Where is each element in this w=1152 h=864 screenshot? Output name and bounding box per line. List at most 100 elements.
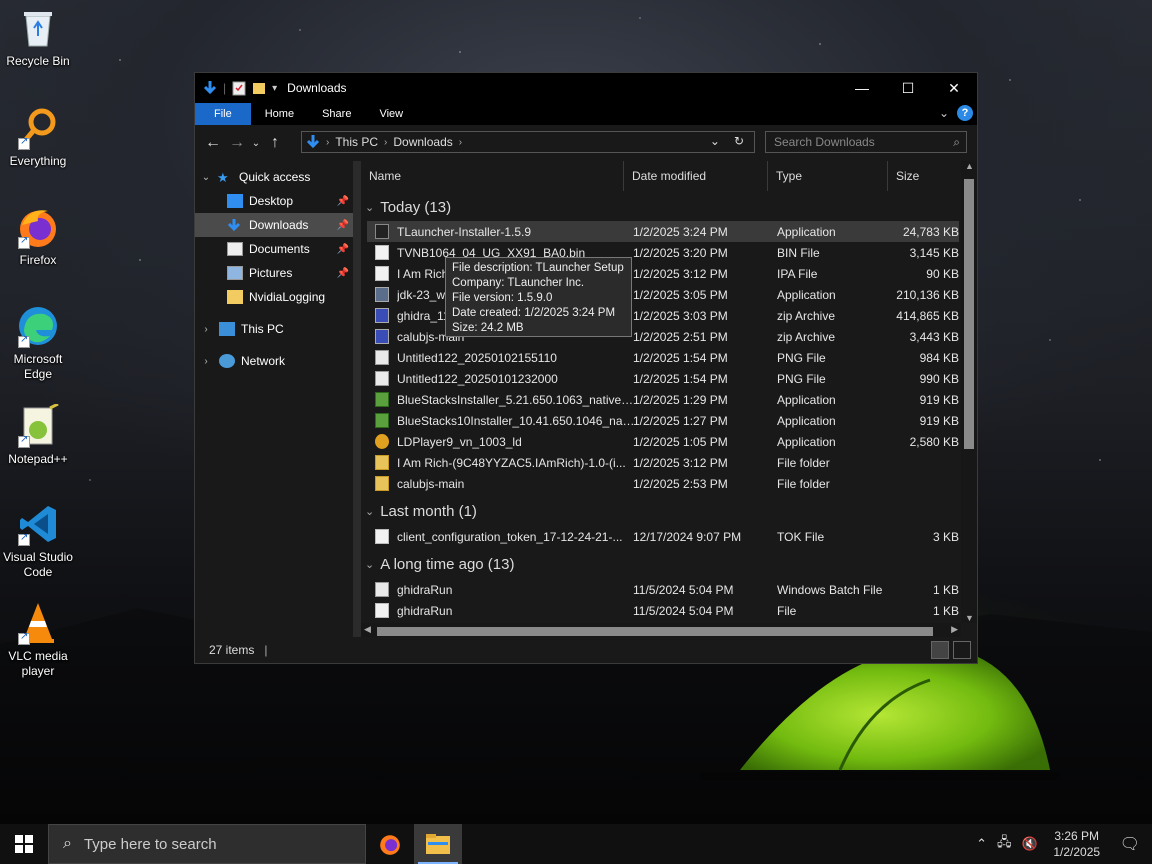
chevron-right-icon[interactable]: ›: [384, 137, 387, 148]
volume-muted-icon[interactable]: 🔇: [1022, 836, 1038, 852]
minimize-button[interactable]: —: [839, 73, 885, 103]
file-size: 919 KB: [919, 392, 959, 407]
scroll-up-icon[interactable]: ▲: [965, 161, 974, 171]
file-type-icon: [375, 603, 389, 618]
title-bar[interactable]: | ▾ Downloads — ☐ ✕: [195, 73, 977, 103]
file-row[interactable]: client_configuration_token_17-12-24-21-.…: [367, 526, 959, 547]
properties-icon[interactable]: [232, 80, 246, 96]
group-header-today[interactable]: ⌄ Today (13): [361, 194, 451, 220]
refresh-icon[interactable]: ↻: [734, 134, 744, 148]
chevron-right-icon[interactable]: ›: [199, 324, 213, 335]
desktop-icon-firefox[interactable]: Firefox: [0, 205, 76, 268]
file-row[interactable]: TLauncher-Installer-1.5.9 1/2/2025 3:24 P…: [367, 221, 959, 242]
chevron-down-icon[interactable]: ⌄: [199, 172, 213, 183]
show-hidden-icons-icon[interactable]: ⌃: [976, 836, 987, 852]
scroll-left-icon[interactable]: ◀: [364, 624, 371, 635]
chevron-down-icon[interactable]: ⌄: [365, 558, 374, 571]
column-date-modified[interactable]: Date modified: [624, 161, 768, 191]
nav-documents[interactable]: Documents 📌: [195, 237, 353, 261]
address-bar[interactable]: › This PC › Downloads › ⌄ ↻: [301, 131, 755, 153]
downloads-arrow-icon: [203, 81, 217, 95]
tab-home[interactable]: Home: [251, 103, 308, 125]
nav-this-pc[interactable]: › This PC: [195, 317, 353, 341]
file-row[interactable]: calubjs-main 1/2/2025 2:53 PM File folder: [367, 473, 959, 494]
nav-network[interactable]: › Network: [195, 349, 353, 373]
file-size: 2,580 KB: [909, 434, 959, 449]
file-type-icon: [375, 371, 389, 386]
shortcut-arrow-icon: [18, 631, 30, 645]
maximize-button[interactable]: ☐: [885, 73, 931, 103]
breadcrumb-this-pc[interactable]: This PC: [335, 135, 378, 149]
desktop-icon-notepadpp[interactable]: Notepad++: [0, 402, 76, 467]
taskbar-firefox[interactable]: [366, 824, 414, 864]
back-button[interactable]: ←: [201, 134, 225, 152]
chevron-right-icon[interactable]: ›: [459, 137, 462, 148]
desktop-icon-recycle-bin[interactable]: Recycle Bin: [0, 6, 76, 69]
help-button[interactable]: ?: [957, 105, 973, 121]
nav-downloads[interactable]: Downloads 📌: [195, 213, 353, 237]
file-type-icon: [375, 582, 389, 597]
file-row[interactable]: ghidraRun 11/5/2024 5:04 PM File 1 KB: [367, 600, 959, 621]
details-view-button[interactable]: [931, 641, 949, 659]
nav-quick-access[interactable]: ⌄ ★ Quick access: [195, 165, 353, 189]
start-button[interactable]: [0, 824, 48, 864]
scrollbar-thumb[interactable]: [964, 179, 974, 449]
column-type[interactable]: Type: [768, 161, 888, 191]
network-status-icon[interactable]: 🖧: [997, 833, 1012, 855]
recent-locations-button[interactable]: ⌄: [249, 138, 263, 149]
scrollbar-thumb[interactable]: [377, 627, 933, 636]
taskbar-file-explorer[interactable]: [414, 824, 462, 864]
desktop-icon-everything[interactable]: Everything: [0, 106, 76, 169]
window-title: Downloads: [287, 81, 347, 95]
close-button[interactable]: ✕: [931, 73, 977, 103]
file-row[interactable]: Untitled122_20250101232000 1/2/2025 1:54 …: [367, 368, 959, 389]
desktop-icon-vlc[interactable]: VLC media player: [0, 601, 76, 679]
vertical-scrollbar[interactable]: ▲ ▼: [961, 161, 977, 623]
desktop-icon-vscode[interactable]: Visual Studio Code: [0, 502, 76, 580]
file-type-icon: [375, 287, 389, 302]
up-button[interactable]: ↑: [263, 134, 287, 152]
file-size: 984 KB: [919, 350, 959, 365]
nav-label: Downloads: [249, 218, 309, 232]
nav-desktop[interactable]: Desktop 📌: [195, 189, 353, 213]
file-row[interactable]: Untitled122_20250102155110 1/2/2025 1:54 …: [367, 347, 959, 368]
tab-share[interactable]: Share: [308, 103, 365, 125]
address-dropdown-icon[interactable]: ⌄: [710, 134, 720, 148]
file-type-icon: [375, 413, 389, 428]
search-box[interactable]: ⌕: [765, 131, 967, 153]
scroll-down-icon[interactable]: ▼: [965, 613, 974, 623]
nav-pictures[interactable]: Pictures 📌: [195, 261, 353, 285]
chevron-right-icon[interactable]: ›: [326, 137, 329, 148]
file-row[interactable]: BlueStacks10Installer_10.41.650.1046_nat…: [367, 410, 959, 431]
tab-file[interactable]: File: [195, 103, 251, 125]
file-row[interactable]: LDPlayer9_vn_1003_ld 1/2/2025 1:05 PM Appl…: [367, 431, 959, 452]
window-body: ⌄ ★ Quick access Desktop 📌 Downloads 📌 D…: [195, 161, 977, 639]
search-input[interactable]: [766, 132, 966, 152]
pane-splitter[interactable]: [353, 161, 361, 639]
large-icons-view-button[interactable]: [953, 641, 971, 659]
group-header-last-month[interactable]: ⌄ Last month (1): [361, 498, 477, 524]
file-row[interactable]: ghidraRun 11/5/2024 5:04 PM Windows Batch …: [367, 579, 959, 600]
chevron-down-icon[interactable]: ⌄: [365, 505, 374, 518]
tab-view[interactable]: View: [365, 103, 417, 125]
customize-qa-icon[interactable]: ▾: [272, 83, 277, 94]
expand-ribbon-icon[interactable]: ⌄: [939, 106, 949, 120]
file-row[interactable]: BlueStacksInstaller_5.21.650.1063_native…: [367, 389, 959, 410]
nav-nvidialogging[interactable]: NvidiaLogging: [195, 285, 353, 309]
new-folder-icon[interactable]: [252, 80, 266, 96]
breadcrumb-downloads[interactable]: Downloads: [393, 135, 452, 149]
taskbar-search[interactable]: ⌕ Type here to search: [48, 824, 366, 864]
scroll-right-icon[interactable]: ▶: [951, 624, 958, 635]
column-size[interactable]: Size: [888, 161, 968, 191]
file-row[interactable]: I Am Rich-(9C48YYZAC5.IAmRich)-1.0-(i...…: [367, 452, 959, 473]
ribbon-controls: ⌄ ?: [939, 105, 973, 121]
clock[interactable]: 3:26 PM 1/2/2025: [1048, 828, 1106, 860]
chevron-down-icon[interactable]: ⌄: [365, 201, 374, 214]
notifications-icon[interactable]: 🗨: [1120, 834, 1140, 854]
column-name[interactable]: Name: [361, 161, 624, 191]
chevron-right-icon[interactable]: ›: [199, 356, 213, 367]
desktop-icon-edge[interactable]: Microsoft Edge: [0, 304, 76, 382]
file-size: 919 KB: [919, 413, 959, 428]
forward-button[interactable]: →: [225, 134, 249, 152]
group-header-long-ago[interactable]: ⌄ A long time ago (13): [361, 551, 514, 577]
